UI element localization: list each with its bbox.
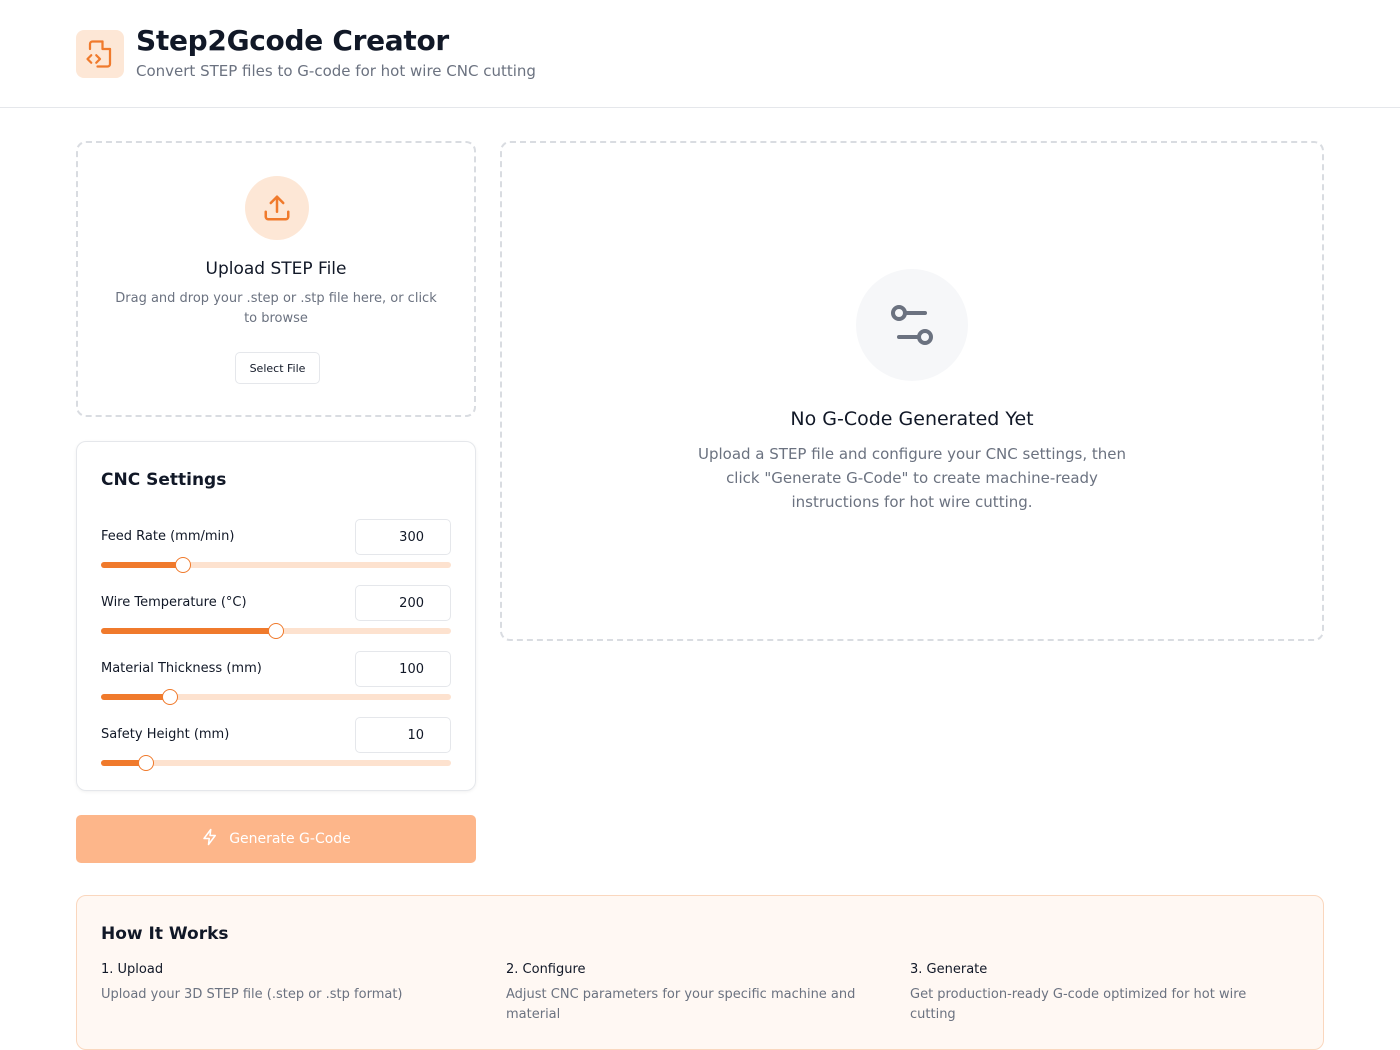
safety-height-slider[interactable] — [101, 755, 451, 771]
step-title: 2. Configure — [506, 962, 586, 977]
setting-safety-height: Safety Height (mm) — [101, 717, 451, 777]
feed-rate-slider[interactable] — [101, 557, 451, 573]
cnc-settings-panel: CNC Settings Feed Rate (mm/min) Wire Tem… — [76, 441, 476, 791]
step-generate: 3. Generate Get production-ready G-code … — [910, 962, 1280, 1025]
how-it-works-panel: How It Works 1. Upload Upload your 3D ST… — [76, 895, 1324, 1050]
setting-feed-rate: Feed Rate (mm/min) — [101, 519, 451, 579]
app-subtitle: Convert STEP files to G-code for hot wir… — [136, 62, 536, 80]
setting-wire-temperature: Wire Temperature (°C) — [101, 585, 451, 645]
gcode-output-panel: No G-Code Generated Yet Upload a STEP fi… — [500, 141, 1324, 641]
app-header: Step2Gcode Creator Convert STEP files to… — [0, 0, 1400, 108]
app-title: Step2Gcode Creator — [136, 24, 449, 57]
setting-label: Feed Rate (mm/min) — [101, 529, 235, 544]
generate-label: Generate G-Code — [229, 831, 351, 847]
step-description: Adjust CNC parameters for your specific … — [506, 987, 856, 1022]
feed-rate-input[interactable] — [355, 519, 451, 555]
slider-fill — [101, 628, 276, 634]
settings-title: CNC Settings — [101, 470, 227, 490]
upload-dropzone[interactable]: Upload STEP File Drag and drop your .ste… — [76, 141, 476, 417]
step-configure: 2. Configure Adjust CNC parameters for y… — [506, 962, 876, 1025]
material-thickness-slider[interactable] — [101, 689, 451, 705]
lightning-icon — [201, 828, 219, 850]
upload-icon — [245, 176, 309, 240]
slider-thumb[interactable] — [138, 755, 155, 771]
select-file-button[interactable]: Select File — [235, 352, 320, 384]
setting-label: Material Thickness (mm) — [101, 661, 262, 676]
step-upload: 1. Upload Upload your 3D STEP file (.ste… — [101, 962, 471, 1005]
step-title: 1. Upload — [101, 962, 164, 977]
slider-thumb[interactable] — [161, 689, 178, 705]
material-thickness-input[interactable] — [355, 651, 451, 687]
sliders-icon — [856, 269, 968, 381]
slider-thumb[interactable] — [174, 557, 191, 573]
file-code-icon — [76, 30, 124, 78]
slider-thumb[interactable] — [268, 623, 284, 639]
slider-fill — [101, 562, 183, 568]
upload-description: Drag and drop your .step or .stp file he… — [115, 291, 437, 326]
upload-title: Upload STEP File — [205, 259, 347, 279]
wire-temperature-slider[interactable] — [101, 623, 451, 639]
generate-gcode-button[interactable]: Generate G-Code — [76, 815, 476, 863]
step-title: 3. Generate — [910, 962, 988, 977]
slider-fill — [101, 694, 170, 700]
output-title: No G-Code Generated Yet — [790, 408, 1034, 430]
output-description: Upload a STEP file and configure your CN… — [697, 445, 1126, 511]
how-it-works-title: How It Works — [101, 924, 229, 944]
safety-height-input[interactable] — [355, 717, 451, 753]
setting-label: Wire Temperature (°C) — [101, 595, 247, 610]
step-description: Upload your 3D STEP file (.step or .stp … — [101, 987, 403, 1002]
setting-material-thickness: Material Thickness (mm) — [101, 651, 451, 711]
wire-temperature-input[interactable] — [355, 585, 451, 621]
step-description: Get production-ready G-code optimized fo… — [910, 987, 1247, 1022]
setting-label: Safety Height (mm) — [101, 727, 230, 742]
